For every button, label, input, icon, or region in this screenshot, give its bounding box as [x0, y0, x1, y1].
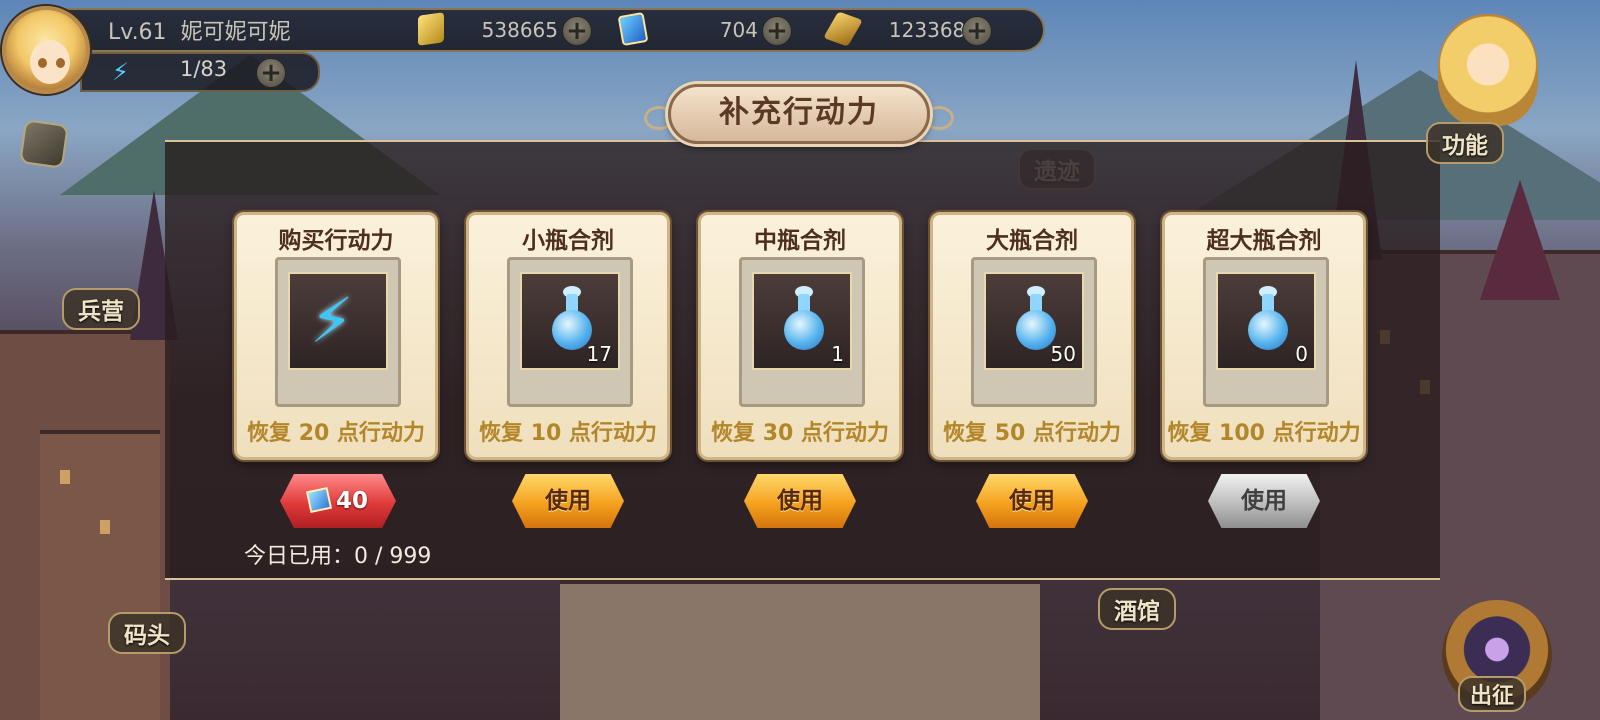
item-frame: ⚡ — [288, 272, 388, 370]
medium-potion-card: 中瓶合剂 1 恢复 30 点行动力 — [698, 212, 902, 460]
card-description: 恢复 10 点行动力 — [479, 421, 657, 446]
card-description: 恢复 50 点行动力 — [943, 421, 1121, 446]
item-slot: 1 — [739, 257, 865, 407]
extra-large-potion-card: 超大瓶合剂 0 恢复 100 点行动力 — [1162, 212, 1366, 460]
daily-usage-text: 今日已用：0 / 999 — [244, 544, 432, 569]
function-button[interactable]: 功能 — [1426, 122, 1504, 164]
barracks-label[interactable]: 兵营 — [62, 288, 140, 330]
buy-price: 40 — [335, 488, 368, 514]
add-coin-button[interactable]: + — [962, 16, 992, 46]
energy-lightning-icon: ⚡ — [112, 58, 129, 86]
use-small-potion-button[interactable]: 使用 — [512, 474, 624, 528]
use-extra-large-potion-button[interactable]: 使用 — [1208, 474, 1320, 528]
player-name: 妮可妮可妮 — [180, 20, 291, 45]
mascot-avatar[interactable] — [1438, 14, 1538, 126]
item-frame: 0 — [1216, 272, 1316, 370]
item-slot: 17 — [507, 257, 633, 407]
coin-value: 1233688 — [888, 18, 978, 42]
notebook-icon[interactable] — [19, 119, 69, 169]
player-level: Lv.61 — [108, 20, 167, 45]
card-title: 购买行动力 — [278, 228, 394, 254]
item-count: 0 — [1295, 342, 1308, 366]
diamond-value: 704 — [719, 18, 758, 42]
tavern-label[interactable]: 酒馆 — [1098, 588, 1176, 630]
add-diamond-button[interactable]: + — [762, 16, 792, 46]
card-description: 恢复 30 点行动力 — [711, 421, 889, 446]
tower-spire — [1480, 180, 1560, 300]
item-frame: 50 — [984, 272, 1084, 370]
add-gold-button[interactable]: + — [562, 16, 592, 46]
player-level-name: Lv.61 妮可妮可妮 — [108, 14, 291, 46]
item-count: 50 — [1050, 342, 1076, 366]
window — [100, 520, 110, 534]
energy-value: 1/83 — [180, 57, 228, 81]
card-title: 超大瓶合剂 — [1206, 228, 1322, 254]
card-description: 恢复 20 点行动力 — [247, 421, 425, 446]
dialog-title: 补充行动力 — [719, 95, 879, 130]
card-title: 中瓶合剂 — [754, 228, 846, 254]
diamond-icon — [305, 486, 333, 514]
card-title: 小瓶合剂 — [522, 228, 614, 254]
building — [40, 430, 160, 720]
buy-energy-card: 购买行动力 ⚡ 恢复 20 点行动力 — [234, 212, 438, 460]
item-frame: 17 — [520, 272, 620, 370]
use-large-potion-button[interactable]: 使用 — [976, 474, 1088, 528]
item-slot: 50 — [971, 257, 1097, 407]
gold-value: 538665 — [481, 18, 558, 42]
player-avatar[interactable] — [2, 6, 90, 94]
card-description: 恢复 100 点行动力 — [1167, 421, 1361, 446]
avatar-eye — [56, 58, 65, 68]
medium-potion-icon — [784, 286, 824, 352]
extra-large-potion-icon — [1248, 286, 1288, 352]
large-potion-card: 大瓶合剂 50 恢复 50 点行动力 — [930, 212, 1134, 460]
item-count: 17 — [586, 342, 612, 366]
use-medium-potion-button[interactable]: 使用 — [744, 474, 856, 528]
item-frame: 1 — [752, 272, 852, 370]
item-slot: ⚡ — [275, 257, 401, 407]
add-energy-button[interactable]: + — [256, 58, 286, 88]
item-count: 1 — [831, 342, 844, 366]
small-potion-card: 小瓶合剂 17 恢复 10 点行动力 — [466, 212, 670, 460]
item-slot: 0 — [1203, 257, 1329, 407]
window — [60, 470, 70, 484]
sally-button[interactable]: 出征 — [1458, 676, 1527, 712]
buy-energy-button[interactable]: 40 — [280, 474, 396, 528]
card-title: 大瓶合剂 — [986, 228, 1078, 254]
bridge — [560, 580, 1040, 720]
dialog-title-plate: 补充行动力 — [668, 84, 930, 144]
dock-label[interactable]: 码头 — [108, 612, 186, 654]
avatar-eye — [38, 58, 47, 68]
lightning-bolt-icon: ⚡ — [310, 284, 354, 357]
